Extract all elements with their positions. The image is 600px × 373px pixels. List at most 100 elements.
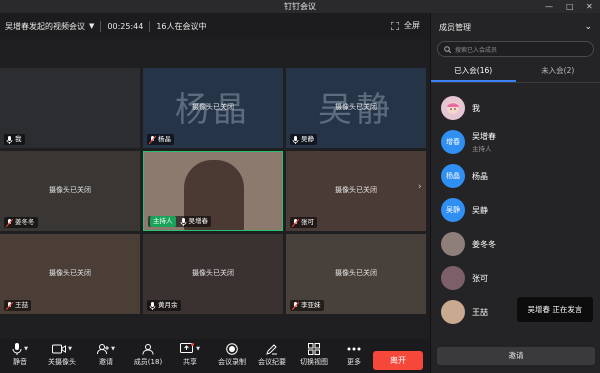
tab-not-joined[interactable]: 未入会(2) [516,61,600,82]
member-name: 吴静 [472,205,488,215]
member-item[interactable]: 我 [431,91,600,125]
camera-button[interactable]: ▼ 关摄像头 [42,341,82,367]
search-placeholder: 搜索已入会成员 [455,46,498,54]
video-tile-active-speaker[interactable]: 主持人 吴增春 [143,151,283,231]
video-tile[interactable]: 我 [0,68,140,148]
leave-button[interactable]: 离开 [373,351,423,370]
host-badge: 主持人 [150,216,176,227]
video-grid: 我 杨晶 摄像头已关闭 杨晶 吴静 摄像头已关闭 吴静 摄像头已关闭 姜冬冬 主… [0,68,430,314]
video-tile[interactable]: 杨晶 摄像头已关闭 杨晶 [143,68,283,148]
minimize-icon[interactable]: — [545,0,553,13]
meeting-name[interactable]: 吴增春发起的视频会议 [5,21,85,32]
member-search-input[interactable]: 搜索已入会成员 [437,41,594,57]
video-tile[interactable]: 摄像头已关闭 李亚妹 [286,234,426,314]
fullscreen-icon [391,22,399,30]
participant-name: 张可 [301,218,314,226]
maximize-icon[interactable]: □ [566,0,574,13]
microphone-icon [292,135,299,144]
collapse-panel-icon[interactable]: ⌄ [584,22,592,32]
more-button[interactable]: 更多 [334,341,374,367]
microphone-icon [180,217,186,226]
members-button[interactable]: 成员(18) [128,341,168,367]
cartoon-avatar-icon [447,102,459,114]
share-label: 共享 [183,358,197,366]
meeting-window: 钉钉会议 — □ ✕ 吴增春发起的视频会议 ▼ 00:25:44 16人在会议中… [0,0,600,373]
video-tile[interactable]: 摄像头已关闭 黄月余 [143,234,283,314]
participant-name: 王喆 [15,301,28,309]
name-tag: 杨晶 [147,134,174,145]
divider [149,20,151,32]
divider [100,20,102,32]
avatar [441,96,465,120]
camera-off-label: 摄像头已关闭 [49,186,91,194]
name-tag: 李亚妹 [290,300,324,311]
video-tile[interactable]: 吴静 摄像头已关闭 吴静 [286,68,426,148]
fullscreen-label: 全屏 [404,21,420,30]
video-tile[interactable]: 摄像头已关闭 张可 [286,151,426,231]
chevron-down-icon[interactable]: ▼ [68,346,72,352]
mute-button[interactable]: ▼ 静音 [0,341,40,367]
chevron-down-icon[interactable]: ▼ [24,346,28,352]
fullscreen-button[interactable]: 全屏 [391,13,420,39]
avatar [441,266,465,290]
window-title: 钉钉会议 [284,2,316,11]
participant-count: 16人在会议中 [156,21,207,31]
close-icon[interactable]: ✕ [586,0,593,13]
participant-name: 黄月余 [158,301,178,309]
minutes-button[interactable]: 会议纪要 [252,341,292,367]
invite-button[interactable]: ▼ 邀请 [86,341,126,367]
record-label: 会议录制 [218,358,246,366]
grid-view-icon [308,343,320,355]
video-tile[interactable]: 摄像头已关闭 姜冬冬 [0,151,140,231]
member-item[interactable]: 杨晶 杨晶 [431,159,600,193]
title-bar: 钉钉会议 [0,0,600,13]
participant-name: 吴静 [301,135,314,143]
camera-off-label: 摄像头已关闭 [335,103,377,111]
member-name: 张可 [472,273,488,283]
panel-header: 成员管理 ⌄ [431,13,600,41]
microphone-muted-icon [292,218,299,227]
record-button[interactable]: 会议录制 [212,341,252,367]
share-button[interactable]: ▼ 共享 [170,341,210,367]
microphone-muted-icon [6,301,13,310]
chevron-down-icon[interactable]: ▼ [196,346,200,352]
invite-button[interactable]: 邀请 [437,347,595,365]
member-name: 我 [472,103,480,113]
name-tag: 王喆 [4,300,31,311]
switch-view-button[interactable]: 切换视图 [294,341,334,367]
chevron-down-icon[interactable]: ▼ [111,346,115,352]
add-user-icon [97,344,110,355]
member-item[interactable]: 张可 [431,261,600,295]
microphone-icon [12,343,22,355]
search-icon [444,45,451,53]
avatar: 杨晶 [441,164,465,188]
camera-icon [52,344,67,354]
member-item[interactable]: 吴静 吴静 [431,193,600,227]
meeting-toolbar: ▼ 静音 ▼ 关摄像头 ▼ 邀请 成员(18) ▼ 共享 会议录制 会议纪要 切… [0,339,430,373]
avatar: 吴静 [441,198,465,222]
participant-name: 李亚妹 [301,301,321,309]
chevron-right-icon[interactable]: › [418,182,422,192]
member-item[interactable]: 姜冬冬 [431,227,600,261]
panel-title: 成员管理 [439,22,471,32]
speaking-indicator: 吴增春 正在发言 [517,297,593,322]
chevron-down-icon[interactable]: ▼ [89,22,94,30]
microphone-icon [6,135,13,144]
camera-off-label: 摄像头已关闭 [192,269,234,277]
camera-off-label: 摄像头已关闭 [335,186,377,194]
member-name: 吴增春 [472,132,496,141]
camera-off-label: 摄像头已关闭 [335,269,377,277]
member-name: 杨晶 [472,171,488,181]
video-tile[interactable]: 摄像头已关闭 王喆 [0,234,140,314]
record-icon [226,343,238,355]
participant-name: 杨晶 [158,135,171,143]
members-label: 成员(18) [133,358,163,366]
tab-joined[interactable]: 已入会(16) [431,61,516,82]
name-tag: 张可 [290,217,317,228]
avatar [441,300,465,324]
more-label: 更多 [347,358,361,366]
member-item[interactable]: 增春 吴增春 主持人 [431,125,600,159]
participant-name: 吴增春 [188,217,209,225]
avatar: 增春 [441,130,465,154]
switch-view-label: 切换视图 [300,358,328,366]
